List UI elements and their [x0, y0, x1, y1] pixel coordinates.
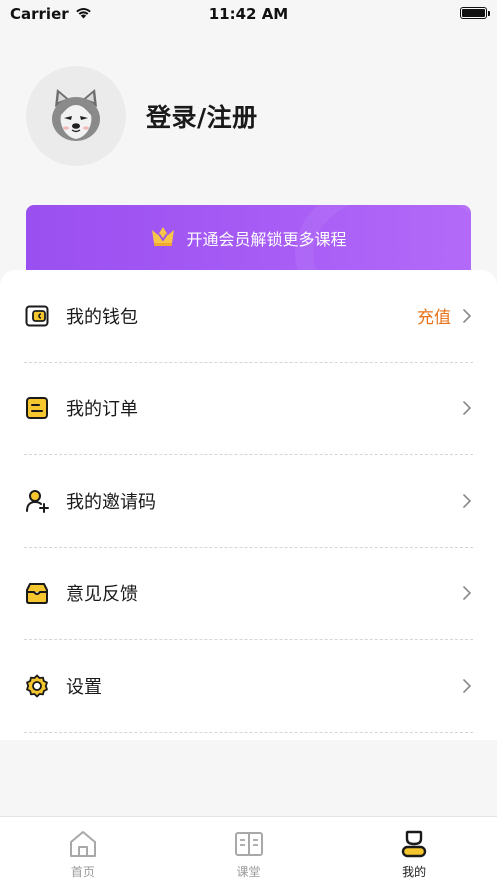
tab-label: 课堂 [236, 865, 261, 879]
wallet-icon [24, 303, 50, 329]
tab-label: 我的 [402, 865, 427, 879]
profile-screen: Carrier 11:42 AM 登录/注册 开通会员解锁更多课程 我的钱包 充… [0, 0, 497, 883]
menu-item-label: 我的订单 [66, 399, 138, 421]
status-time: 11:42 AM [208, 5, 289, 23]
book-icon [234, 829, 264, 859]
feedback-icon [24, 580, 50, 606]
menu-item-label: 我的钱包 [66, 306, 138, 328]
battery-icon [460, 7, 490, 19]
chevron-right-icon [463, 308, 473, 323]
chevron-right-icon [463, 401, 473, 416]
settings-gear-icon [24, 673, 50, 699]
recharge-link[interactable]: 充值 [417, 303, 451, 328]
menu-item-settings[interactable]: 设置 [24, 640, 473, 733]
chevron-right-icon [463, 586, 473, 601]
crown-icon [150, 225, 176, 251]
status-bar: Carrier 11:42 AM [0, 0, 497, 30]
tab-home[interactable]: 首页 [0, 817, 166, 883]
husky-avatar[interactable] [26, 66, 126, 166]
profile-header[interactable]: 登录/注册 [26, 66, 258, 166]
menu-item-label: 设置 [66, 676, 102, 698]
chevron-right-icon [463, 678, 473, 693]
vip-banner-content: 开通会员解锁更多课程 [26, 225, 471, 251]
tab-label: 首页 [70, 865, 95, 879]
menu-card: 我的钱包 充值 我的订单 我的邀请码 意见反馈 设置 [0, 270, 497, 740]
tab-bar: 首页 课堂 我的 [0, 816, 497, 883]
invite-user-icon [24, 488, 50, 514]
menu-item-wallet[interactable]: 我的钱包 充值 [24, 270, 473, 363]
home-icon [68, 829, 98, 859]
tab-mine[interactable]: 我的 [331, 817, 497, 883]
vip-banner-label: 开通会员解锁更多课程 [186, 230, 347, 249]
tab-classroom[interactable]: 课堂 [166, 817, 332, 883]
profile-icon [399, 829, 429, 859]
menu-item-label: 意见反馈 [66, 584, 138, 606]
chevron-right-icon [463, 493, 473, 508]
menu-item-orders[interactable]: 我的订单 [24, 363, 473, 455]
login-register-link[interactable]: 登录/注册 [146, 98, 258, 134]
menu-item-invite-code[interactable]: 我的邀请码 [24, 455, 473, 548]
menu-item-feedback[interactable]: 意见反馈 [24, 548, 473, 640]
menu-item-label: 我的邀请码 [66, 491, 156, 513]
order-icon [24, 395, 50, 421]
